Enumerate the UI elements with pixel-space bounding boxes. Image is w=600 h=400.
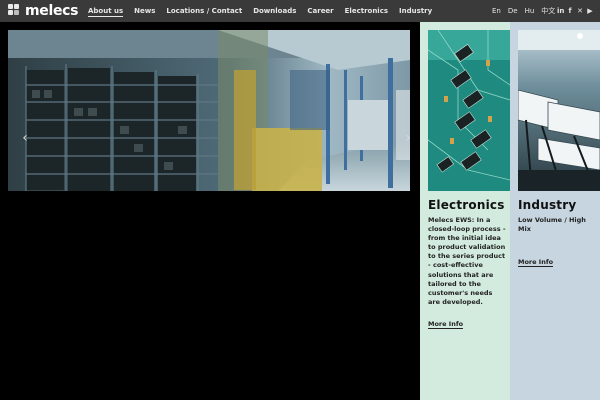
hero-slider: ‹ › (8, 30, 410, 191)
nav-item-industry[interactable]: Industry (399, 0, 432, 22)
top-navigation-bar: melecs About us News Locations / Contact… (0, 0, 600, 22)
linkedin-icon[interactable]: in (557, 0, 564, 22)
social-links: in f ✕ ▶ (557, 0, 593, 22)
teaser-electronics[interactable]: Electronics Melecs EWS: In a closed-loop… (420, 22, 510, 400)
circuit-board-photo (428, 30, 510, 191)
lang-de[interactable]: De (508, 7, 518, 15)
youtube-icon[interactable]: ▶ (587, 0, 593, 22)
nav-item-news[interactable]: News (134, 0, 155, 22)
slider-prev-button[interactable]: ‹ (17, 127, 33, 149)
logo-mark-icon (8, 4, 22, 18)
teaser-title: Electronics (428, 198, 505, 212)
nav-item-about-us[interactable]: About us (88, 0, 124, 22)
lang-hu[interactable]: Hu (525, 7, 535, 15)
teaser-text: Low Volume / High Mix (518, 216, 586, 234)
lang-zh[interactable]: 中文 (541, 6, 555, 16)
lang-en[interactable]: En (492, 7, 501, 15)
more-info-link[interactable]: More Info (518, 258, 554, 267)
language-switcher: En De Hu 中文 (492, 0, 562, 22)
teaser-title: Industry (518, 198, 577, 212)
nav-item-career[interactable]: Career (307, 0, 333, 22)
logo-text: melecs (25, 3, 79, 19)
more-info-link[interactable]: More Info (428, 320, 464, 329)
chevron-right-icon: › (405, 130, 410, 146)
melecs-logo[interactable]: melecs (8, 3, 79, 19)
nav-item-locations-contact[interactable]: Locations / Contact (166, 0, 242, 22)
xing-icon[interactable]: ✕ (577, 0, 583, 22)
nav-item-downloads[interactable]: Downloads (253, 0, 296, 22)
nav-item-electronics[interactable]: Electronics (345, 0, 388, 22)
main-nav: About us News Locations / Contact Downlo… (88, 0, 443, 22)
slider-next-button[interactable]: › (400, 127, 410, 149)
teaser-industry[interactable]: Industry Low Volume / High Mix More Info (510, 22, 600, 400)
warehouse-forklift-photo (8, 30, 410, 191)
facebook-icon[interactable]: f (567, 0, 573, 22)
teaser-text: Melecs EWS: In a closed-loop process - f… (428, 216, 506, 306)
chevron-left-icon: ‹ (22, 130, 28, 146)
production-line-photo (518, 30, 600, 191)
